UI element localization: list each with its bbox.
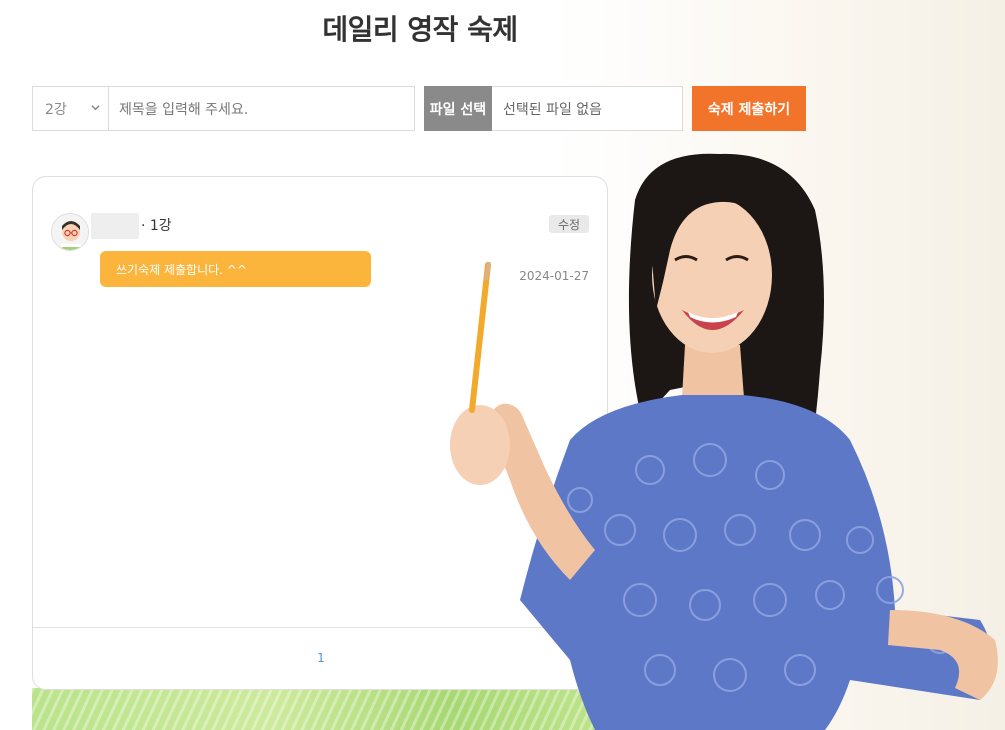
title-input-placeholder: 제목을 입력해 주세요. xyxy=(119,101,249,118)
file-name-display: 선택된 파일 없음 xyxy=(492,86,683,131)
post-lesson-label: · 1강 xyxy=(141,218,172,234)
homework-submit-form: 2강 제목을 입력해 주세요. 파일 선택 선택된 파일 없음 숙제 제출하기 xyxy=(32,86,807,131)
lesson-select[interactable]: 2강 xyxy=(32,86,109,131)
page-title: 데일리 영작 숙제 xyxy=(322,13,518,46)
author-name-redacted xyxy=(91,213,139,239)
submit-homework-button[interactable]: 숙제 제출하기 xyxy=(692,86,806,131)
post-message[interactable]: 쓰기숙제 제출합니다. ^^ xyxy=(100,251,371,287)
avatar-icon xyxy=(51,213,89,251)
title-input[interactable]: 제목을 입력해 주세요. xyxy=(108,86,415,131)
file-select-button[interactable]: 파일 선택 xyxy=(424,86,492,131)
lesson-select-value: 2강 xyxy=(45,101,67,118)
chevron-down-icon xyxy=(91,105,100,111)
presenter-illustration xyxy=(450,153,998,730)
